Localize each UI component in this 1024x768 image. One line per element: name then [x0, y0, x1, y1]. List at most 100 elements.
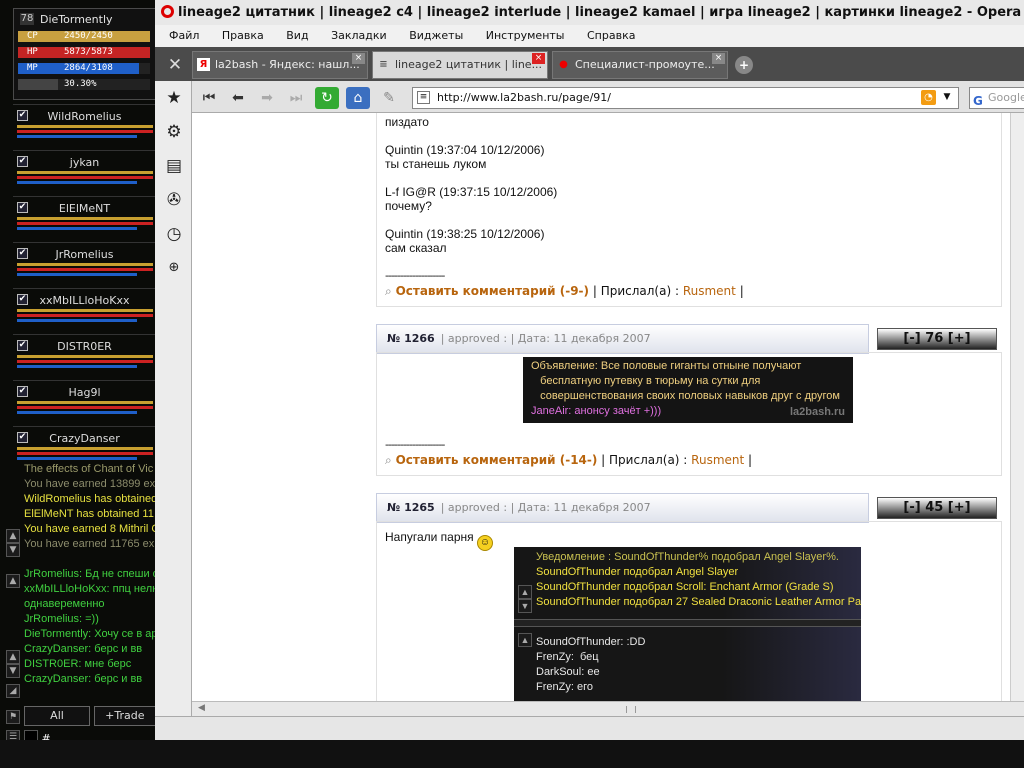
rss-icon[interactable]: ◔: [921, 90, 936, 105]
party-member[interactable]: ✔ Hag9l: [13, 380, 156, 424]
author-link[interactable]: Rusment: [691, 453, 744, 467]
menu-widgets[interactable]: Виджеты: [409, 29, 463, 42]
party-mp-bar: [17, 457, 137, 460]
quote-header: № 1266 | approved : | Дата: 11 декабря 20…: [376, 324, 869, 354]
history-clock-icon[interactable]: ◷: [163, 223, 185, 245]
menu-view[interactable]: Вид: [286, 29, 308, 42]
party-hp-bar: [17, 360, 153, 363]
comment-link[interactable]: Оставить комментарий (-9-): [396, 284, 589, 298]
vertical-scrollbar[interactable]: [1010, 113, 1024, 703]
feeds-antenna-icon[interactable]: ✇: [163, 189, 185, 211]
chat-tab-trade[interactable]: +Trade: [93, 706, 156, 726]
stat-label: HP: [27, 47, 38, 57]
browser-window: lineage2 цитатник | lineage2 c4 | lineag…: [155, 0, 1024, 768]
scroll-down-icon[interactable]: ▼: [6, 543, 20, 557]
chat-icon[interactable]: ▤: [163, 155, 185, 177]
party-mp-bar: [17, 365, 137, 368]
dropdown-arrow-icon[interactable]: ▼: [940, 90, 954, 105]
party-hp-bar: [17, 406, 153, 409]
chat-message: The effects of Chant of Vic: [24, 463, 154, 475]
search-input[interactable]: G Google: [969, 87, 1024, 109]
bookmarks-star-icon[interactable]: ★: [163, 87, 185, 109]
party-member[interactable]: ✔ WildRomelius: [13, 104, 156, 148]
scroll-up-icon[interactable]: ▲: [6, 650, 20, 664]
quote-header: № 1265 | approved : | Дата: 11 декабря 20…: [376, 493, 869, 523]
close-tab-icon[interactable]: ×: [532, 53, 545, 64]
party-member[interactable]: ✔ ElElMeNT: [13, 196, 156, 240]
settings-gear-icon[interactable]: ⚙: [163, 121, 185, 143]
menu-tools[interactable]: Инструменты: [486, 29, 565, 42]
google-icon: G: [973, 94, 983, 108]
tab-la2bash[interactable]: ≡ lineage2 цитатник | line... ×: [372, 51, 548, 79]
screenshot-line: SoundOfThunder подобрал Scroll: Enchant …: [536, 581, 834, 593]
screenshot-line: DarkSoul: ее: [536, 666, 600, 678]
comment-link[interactable]: Оставить комментарий (-14-): [396, 453, 598, 467]
menu-edit[interactable]: Правка: [222, 29, 264, 42]
screenshot-line: SoundOfThunder подобрал Angel Slayer: [536, 566, 739, 578]
close-tab-icon[interactable]: ×: [712, 53, 725, 64]
scroll-up-icon[interactable]: ▲: [6, 529, 20, 543]
quote-meta: | approved : | Дата: 11 декабря 2007: [440, 501, 651, 514]
rating-widget[interactable]: [-] 45 [+]: [877, 497, 997, 519]
add-panel-icon[interactable]: ⊕: [163, 257, 185, 279]
scroll-up-icon[interactable]: ▲: [6, 574, 20, 588]
stat-label: CP: [27, 31, 38, 41]
author-link[interactable]: Rusment: [683, 284, 736, 298]
title-bar: lineage2 цитатник | lineage2 c4 | lineag…: [155, 0, 1024, 25]
chat-message: JrRomelius: =)): [24, 613, 99, 625]
close-tab-icon[interactable]: ×: [352, 53, 365, 64]
party-member-name: DISTR0ER: [57, 340, 112, 353]
party-member[interactable]: ✔ jykan: [13, 150, 156, 194]
page-icon: ≡: [417, 91, 430, 104]
scroll-left-icon[interactable]: ◀: [198, 703, 205, 713]
party-mp-bar: [17, 319, 137, 322]
party-cp-bar: [17, 401, 153, 404]
chat-tabs: All +Trade: [24, 706, 160, 727]
scroll-thumb[interactable]: [626, 706, 636, 713]
chat-tab-all[interactable]: All: [24, 706, 90, 726]
menu-help[interactable]: Справка: [587, 29, 635, 42]
quote-number[interactable]: № 1266: [387, 332, 435, 345]
rating-widget[interactable]: [-] 76 [+]: [877, 328, 997, 350]
menu-file[interactable]: Файл: [169, 29, 199, 42]
player-stat-bar: CP 2450/2450: [18, 31, 150, 42]
party-member[interactable]: ✔ JrRomelius: [13, 242, 156, 286]
party-member[interactable]: ✔ DISTR0ER: [13, 334, 156, 378]
resize-icon[interactable]: ◢: [6, 684, 20, 698]
address-input[interactable]: ≡ http://www.la2bash.ru/page/91/ ◔ ▼: [412, 87, 959, 109]
scroll-up-icon: ▲: [518, 585, 532, 599]
separator: --------------------: [385, 269, 445, 282]
chat-message: однавеременно: [24, 598, 105, 610]
home-icon[interactable]: ⌂: [346, 87, 370, 109]
new-tab-icon[interactable]: +: [735, 56, 753, 74]
quote-number[interactable]: № 1265: [387, 501, 435, 514]
back-icon[interactable]: ⬅: [226, 87, 250, 109]
rewind-icon[interactable]: ⏮: [197, 87, 221, 109]
edit-icon[interactable]: ✎: [377, 87, 401, 109]
yandex-icon: Я: [197, 58, 210, 71]
reload-icon[interactable]: ↻: [315, 87, 339, 109]
tab-label: la2bash - Яндекс: нашл...: [215, 58, 360, 71]
chat-message: WildRomelius has obtained: [24, 493, 158, 505]
tab-specialist[interactable]: ● Специалист-промоуте... ×: [552, 51, 728, 79]
fast-forward-icon[interactable]: ⏭: [284, 87, 308, 109]
party-member[interactable]: ✔ xxMbILLloHoKxx: [13, 288, 156, 332]
horizontal-scrollbar[interactable]: ◀: [192, 701, 1024, 717]
chat-filter-icon[interactable]: ⚑: [6, 710, 20, 724]
site-icon: ●: [559, 59, 568, 70]
page-content: пиздато Quintin (19:37:04 10/12/2006) ты с…: [192, 113, 1024, 703]
forward-icon[interactable]: ➡: [255, 87, 279, 109]
quote-line: ты станешь луком: [385, 157, 487, 171]
stat-value: 2450/2450: [64, 31, 113, 41]
tab-yandex[interactable]: Я la2bash - Яндекс: нашл... ×: [192, 51, 368, 79]
stat-value: 30.30%: [64, 79, 97, 89]
game-window: 78 DieTormently CP 2450/2450 HP 5873/5873 MP…: [0, 0, 160, 768]
party-cp-bar: [17, 125, 153, 128]
player-stat-bar: MP 2864/3108: [18, 63, 150, 74]
party-member-name: WildRomelius: [47, 110, 122, 123]
quote-line: почему?: [385, 199, 432, 213]
scroll-down-icon[interactable]: ▼: [6, 664, 20, 678]
tools-icon[interactable]: ✕: [163, 53, 187, 77]
quote-text-label: Напугали парня: [385, 530, 474, 544]
menu-bookmarks[interactable]: Закладки: [331, 29, 387, 42]
